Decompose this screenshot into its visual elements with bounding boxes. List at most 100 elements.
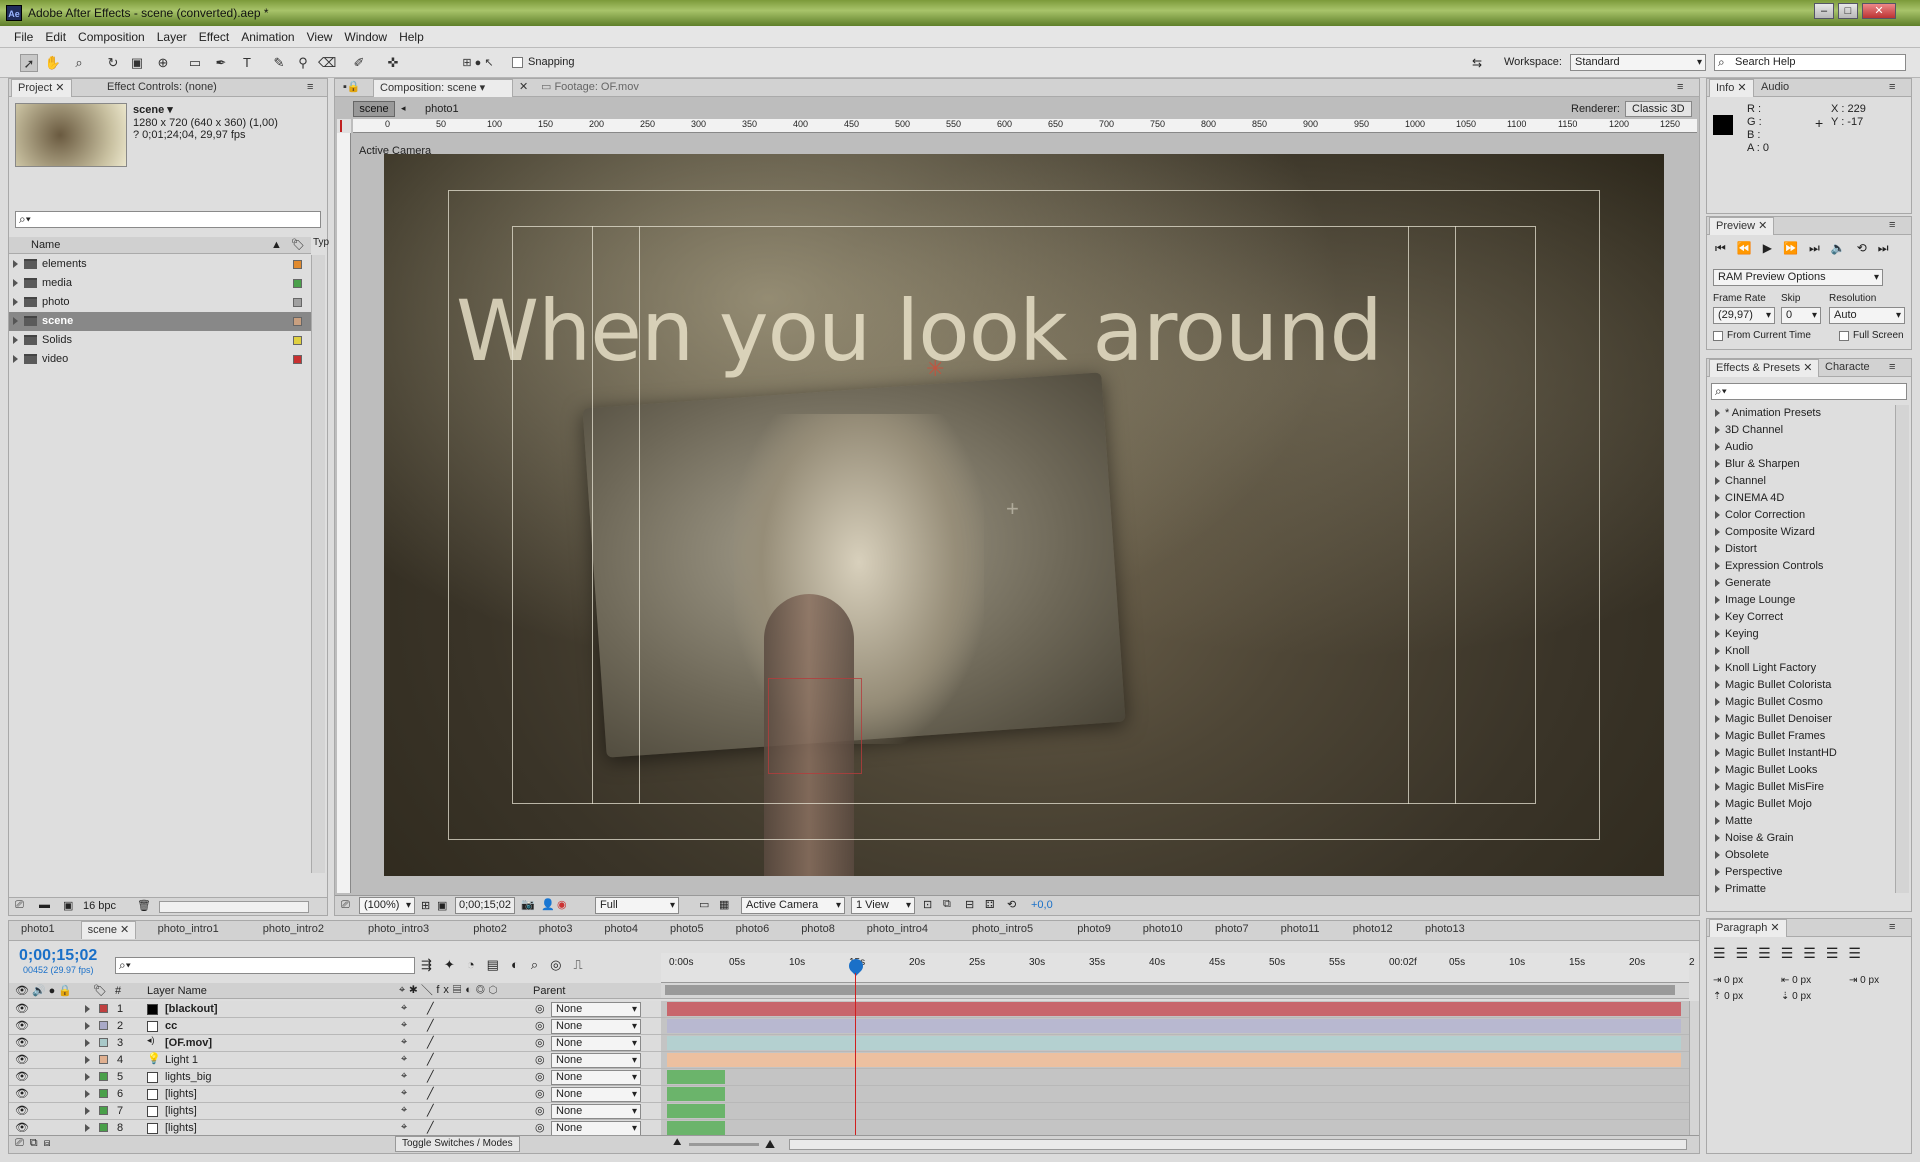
label-color[interactable] [99,1106,108,1115]
quality-switch-icon[interactable]: ╱ [427,1002,434,1015]
reset-exposure-icon[interactable]: ⟲ [1007,898,1016,911]
parent-pickwhip-icon[interactable]: ◎ [535,1036,545,1049]
parent-dropdown[interactable]: None [551,1053,641,1068]
tab-effect-controls[interactable]: Effect Controls: (none) [101,79,223,97]
timeline-tab[interactable]: photo7 [1209,921,1255,939]
quality-switch-icon[interactable]: ╱ [427,1087,434,1100]
quality-switch-icon[interactable]: ╱ [427,1121,434,1134]
layer-name[interactable]: [lights] [165,1122,197,1134]
roto-brush-tool-icon[interactable]: ✐ [350,54,368,72]
new-folder-icon[interactable]: ▬ [39,899,50,911]
resolution-dropdown[interactable]: Auto [1829,307,1905,324]
space-after[interactable]: ⇣ 0 px [1781,991,1811,1002]
panel-menu-icon[interactable]: ≡ [1883,79,1901,97]
layer-row[interactable]: 👁 4 💡 Light 1 ⌖ ╱ ◎ None [9,1052,663,1069]
type-column[interactable]: Typ [313,237,329,248]
effect-category[interactable]: Audio [1715,439,1895,456]
effect-category[interactable]: Magic Bullet Denoiser [1715,711,1895,728]
zoom-tool-icon[interactable]: ⌕ [70,54,88,72]
rotate-tool-icon[interactable]: ↻ [104,54,122,72]
shy-switch-icon[interactable]: ⌖ [401,1036,407,1049]
indent-right[interactable]: ⇤ 0 px [1781,975,1811,986]
eye-icon[interactable]: 👁 [15,1104,29,1117]
expand-triangle-icon[interactable] [13,336,18,345]
current-time-field[interactable]: 0;00;15;02 [455,897,515,914]
timeline-tab[interactable]: photo_intro4 [861,921,934,939]
close-button[interactable]: ✕ [1862,3,1896,19]
pan-behind-tool-icon[interactable]: ⊕ [154,54,172,72]
parent-pickwhip-icon[interactable]: ◎ [535,1087,545,1100]
switches-icons[interactable]: ⌖✱╲fx▤◐◎⬡ [399,984,501,997]
indent-first[interactable]: ⇥ 0 px [1849,975,1879,986]
layer-row[interactable]: 👁 1 [blackout] ⌖ ╱ ◎ None [9,1001,663,1018]
project-item[interactable]: video [9,350,311,369]
selection-tool-icon[interactable]: ➚ [20,54,38,72]
magnification-dropdown[interactable]: (100%) [359,897,415,914]
label-color[interactable] [99,1021,108,1030]
effect-category[interactable]: Keying [1715,626,1895,643]
tab-composition[interactable]: Composition: scene ▾ [373,79,513,97]
full-screen-checkbox[interactable] [1839,331,1849,341]
layer-name[interactable]: [blackout] [165,1003,218,1015]
layer-duration-bar[interactable] [667,1053,1681,1067]
label-color[interactable] [99,1038,108,1047]
toggle-switches-modes-button[interactable]: Toggle Switches / Modes [395,1136,520,1152]
effect-category[interactable]: Magic Bullet Colorista [1715,677,1895,694]
number-column[interactable]: # [115,985,121,997]
panel-menu-icon[interactable]: ≡ [1883,919,1901,937]
layer-row[interactable]: 👁 8 [lights] ⌖ ╱ ◎ None [9,1120,663,1135]
expand-triangle-icon[interactable] [85,1107,90,1115]
layer-name[interactable]: [lights] [165,1088,197,1100]
resolution-dropdown[interactable]: Full [595,897,679,914]
panel-menu-icon[interactable]: ≡ [1883,359,1901,377]
menu-edit[interactable]: Edit [39,26,72,44]
effect-category[interactable]: Generate [1715,575,1895,592]
layer-duration-bar[interactable] [667,1104,725,1118]
eye-icon[interactable]: 👁 [15,1002,29,1015]
label-column-icon[interactable]: 🏷 [291,238,305,251]
menu-view[interactable]: View [301,26,339,44]
av-switch-icons[interactable]: 👁🔊●🔒 [15,984,75,997]
menu-layer[interactable]: Layer [151,26,193,44]
timeline-tab[interactable]: photo8 [795,921,841,939]
layer-name-column[interactable]: Layer Name [147,985,207,997]
layer-bounds[interactable] [768,678,862,774]
timeline-tab[interactable]: photo_intro5 [966,921,1039,939]
effect-category[interactable]: Magic Bullet Looks [1715,762,1895,779]
close-comp-tab-icon[interactable]: ✕ [513,79,534,97]
shy-switch-icon[interactable]: ⌖ [401,1121,407,1134]
layer-row[interactable]: 👁 2 cc ⌖ ╱ ◎ None [9,1018,663,1035]
label-column-icon[interactable]: 🏷 [93,984,107,997]
effect-category[interactable]: Perspective [1715,864,1895,881]
timeline-tab[interactable]: photo4 [598,921,644,939]
layer-duration-bar[interactable] [667,1036,1681,1050]
interpret-footage-icon[interactable]: ⎚ [15,899,24,912]
tab-project[interactable]: Project ✕ [11,79,72,97]
eye-icon[interactable]: 👁 [15,1036,29,1049]
effect-category[interactable]: Magic Bullet InstantHD [1715,745,1895,762]
layer-duration-bar[interactable] [667,1121,725,1135]
quality-switch-icon[interactable]: ╱ [427,1036,434,1049]
quality-switch-icon[interactable]: ╱ [427,1019,434,1032]
effect-category[interactable]: CINEMA 4D [1715,490,1895,507]
layer-name[interactable]: [OF.mov] [165,1037,212,1049]
label-color[interactable] [99,1072,108,1081]
clone-stamp-tool-icon[interactable]: ⚲ [294,54,312,72]
timeline-h-scrollbar[interactable] [789,1139,1687,1150]
search-help-input[interactable]: Search Help [1714,54,1906,71]
safe-margins-icon[interactable]: ⊞ [421,899,430,912]
parent-dropdown[interactable]: None [551,1002,641,1017]
bpc-label[interactable]: 16 bpc [83,900,116,912]
parent-dropdown[interactable]: None [551,1019,641,1034]
effects-scrollbar[interactable] [1895,405,1909,893]
project-item[interactable]: photo [9,293,311,312]
timeline-tab[interactable]: photo5 [664,921,710,939]
eye-icon[interactable]: 👁 [15,1121,29,1134]
menu-file[interactable]: File [8,26,39,44]
tab-character[interactable]: Characte [1819,359,1876,377]
toggle-pixel-aspect-icon[interactable]: ⊡ [923,898,932,911]
eye-icon[interactable]: 👁 [15,1070,29,1083]
timeline-switches[interactable]: ⇶✦◔▤◐⌕◎⎍ [421,957,595,973]
breadcrumb-scene[interactable]: scene [353,101,395,117]
panel-menu-icon[interactable]: ≡ [301,79,319,97]
